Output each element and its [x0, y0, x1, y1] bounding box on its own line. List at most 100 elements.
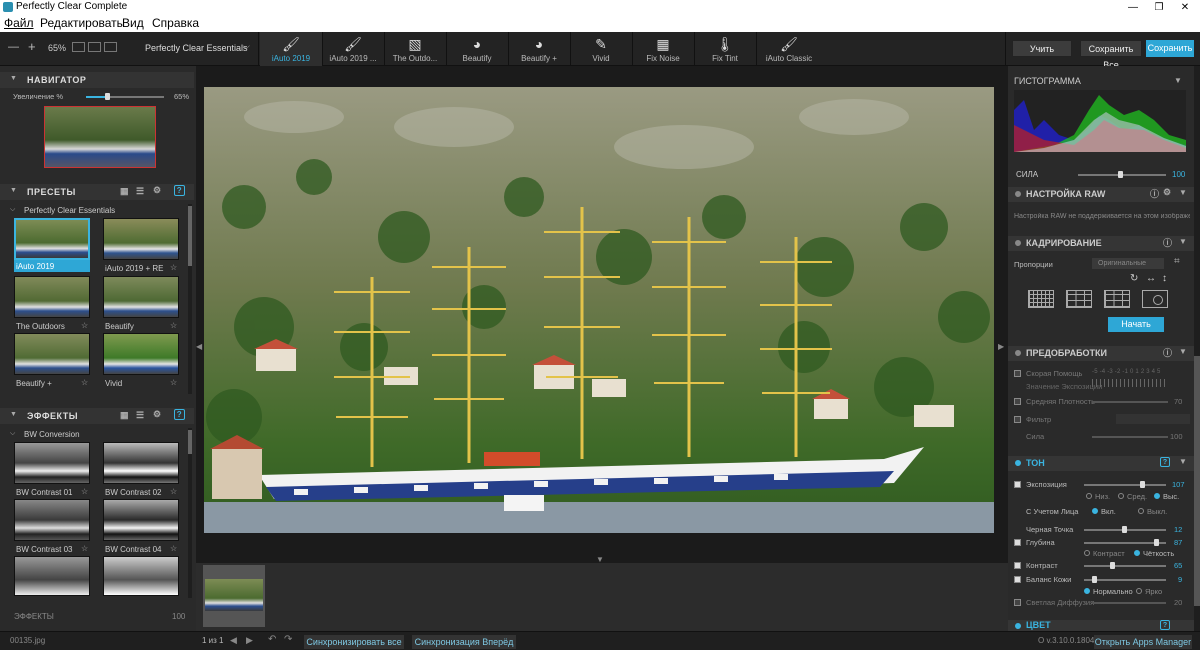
- collapse-icon[interactable]: ▼: [1179, 188, 1187, 197]
- help-icon[interactable]: ⓘ: [1150, 187, 1159, 200]
- star-icon[interactable]: ☆: [81, 487, 88, 496]
- collapse-icon[interactable]: ▼: [1179, 347, 1187, 356]
- effect-thumb[interactable]: [103, 442, 179, 484]
- minimize-button[interactable]: —: [1120, 0, 1146, 15]
- collapse-icon[interactable]: ▼: [1179, 237, 1187, 246]
- pre-strength-slider[interactable]: [1092, 436, 1168, 438]
- exposure-high-radio[interactable]: [1154, 493, 1160, 499]
- avg-density-checkbox[interactable]: [1014, 398, 1021, 405]
- preset-fix-tint[interactable]: 🌡 Fix Tint: [694, 32, 756, 66]
- preset-iauto-2019-re[interactable]: 🖌 iAuto 2019 ...: [322, 32, 384, 66]
- list-view-icon[interactable]: ☰: [136, 186, 145, 197]
- preset-thumb[interactable]: [103, 218, 179, 260]
- strength-slider-knob[interactable]: [1118, 171, 1123, 178]
- effect-thumb[interactable]: [14, 556, 90, 596]
- sync-forward-button[interactable]: Синхронизация Вперёд: [412, 635, 516, 649]
- star-icon[interactable]: ☆: [170, 544, 177, 553]
- star-icon[interactable]: ☆: [170, 487, 177, 496]
- apply-button[interactable]: Учить: [1012, 40, 1072, 57]
- close-button[interactable]: ✕: [1172, 0, 1198, 15]
- quick-help-checkbox[interactable]: [1014, 370, 1021, 377]
- avg-density-slider[interactable]: [1092, 401, 1168, 403]
- list-view-icon[interactable]: ☰: [136, 410, 145, 421]
- tone-header[interactable]: ТОН ? ▼: [1008, 456, 1194, 471]
- contrast-checkbox[interactable]: [1014, 562, 1021, 569]
- effects-header[interactable]: ▼ ЭФФЕКТЫ ▦ ☰ ⚙ ?: [0, 408, 194, 424]
- star-icon[interactable]: ☆: [81, 544, 88, 553]
- black-point-slider-knob[interactable]: [1122, 526, 1127, 533]
- preset-thumb[interactable]: [14, 333, 90, 375]
- menu-help[interactable]: Справка: [152, 16, 199, 30]
- filter-select[interactable]: [1116, 414, 1190, 424]
- flip-vertical-icon[interactable]: ↕: [1162, 273, 1167, 284]
- face-aware-off-radio[interactable]: [1138, 508, 1144, 514]
- exposure-ruler[interactable]: [1092, 379, 1168, 387]
- chevron-down-icon[interactable]: ⌵: [243, 41, 250, 52]
- scrollbar-thumb[interactable]: [1194, 356, 1200, 606]
- preset-thumb[interactable]: [103, 276, 179, 318]
- save-all-button[interactable]: Сохранить Все: [1080, 40, 1142, 70]
- preset-beautify[interactable]: ◕ Beautify: [446, 32, 508, 66]
- preset-selector[interactable]: Perfectly Clear Essentials: [145, 43, 248, 53]
- menu-edit[interactable]: Редактировать: [40, 16, 123, 30]
- scrollbar-thumb[interactable]: [188, 430, 192, 454]
- flip-horizontal-icon[interactable]: ↔: [1146, 273, 1156, 284]
- preset-thumb[interactable]: [14, 276, 90, 318]
- face-aware-on-radio[interactable]: [1092, 508, 1098, 514]
- exposure-slider-knob[interactable]: [1140, 481, 1145, 488]
- navigator-header[interactable]: ▼ НАВИГАТОР: [0, 72, 194, 88]
- star-icon[interactable]: ☆: [170, 263, 177, 272]
- help-icon[interactable]: ?: [1160, 620, 1170, 630]
- prev-icon[interactable]: ◀: [230, 635, 237, 646]
- menu-file[interactable]: Файл: [4, 16, 34, 30]
- effect-thumb[interactable]: [103, 499, 179, 541]
- exposure-low-radio[interactable]: [1086, 493, 1092, 499]
- preset-iauto-2019[interactable]: 🖌 iAuto 2019: [260, 32, 322, 66]
- help-icon[interactable]: ?: [174, 409, 185, 420]
- save-button[interactable]: Сохранить: [1146, 40, 1194, 57]
- skin-balance-checkbox[interactable]: [1014, 576, 1021, 583]
- filter-checkbox[interactable]: [1014, 416, 1021, 423]
- grid-golden-icon[interactable]: [1104, 290, 1130, 308]
- raw-header[interactable]: НАСТРОЙКА RAW ⓘ ⚙ ▼: [1008, 187, 1194, 202]
- rotate-icon[interactable]: ↻: [1130, 273, 1138, 284]
- collapse-right-icon[interactable]: ▶: [998, 342, 1004, 351]
- color-header[interactable]: ЦВЕТ ?: [1008, 620, 1194, 631]
- preprocessing-header[interactable]: ПРЕДОБРАБОТКИ ⓘ ▼: [1008, 346, 1194, 361]
- spiral-icon[interactable]: [1142, 290, 1168, 308]
- preset-iauto-classic[interactable]: 🖌 iAuto Classic: [758, 32, 820, 66]
- proportions-select[interactable]: Оригинальные: [1092, 258, 1164, 269]
- help-icon[interactable]: ?: [1160, 457, 1170, 467]
- contrast-slider[interactable]: [1084, 565, 1166, 567]
- light-diffusion-checkbox[interactable]: [1014, 599, 1021, 606]
- split-view-icon[interactable]: [88, 42, 101, 52]
- zoom-slider-knob[interactable]: [105, 93, 111, 100]
- zoom-in-button[interactable]: +: [28, 39, 36, 54]
- exposure-slider[interactable]: [1084, 484, 1166, 486]
- maximize-button[interactable]: ❐: [1146, 0, 1172, 15]
- presets-header[interactable]: ▼ ПРЕСЕТЫ ▦ ☰ ⚙ ?: [0, 184, 194, 200]
- preset-beautify-plus[interactable]: ◕ Beautify +: [508, 32, 570, 66]
- next-icon[interactable]: ▶: [246, 635, 253, 646]
- zoom-slider[interactable]: [86, 96, 164, 98]
- single-view-icon[interactable]: [72, 42, 85, 52]
- crop-header[interactable]: КАДРИРОВАНИЕ ⓘ ▼: [1008, 236, 1194, 251]
- depth-contrast-radio[interactable]: [1084, 550, 1090, 556]
- gear-icon[interactable]: ⚙: [1163, 187, 1171, 198]
- effect-thumb[interactable]: [14, 499, 90, 541]
- star-icon[interactable]: ☆: [81, 321, 88, 330]
- light-diffusion-slider[interactable]: [1092, 602, 1166, 604]
- skin-balance-slider-knob[interactable]: [1092, 576, 1097, 583]
- effect-thumb[interactable]: [103, 556, 179, 596]
- preset-outdoors[interactable]: ▧ The Outdo...: [384, 32, 446, 66]
- menu-view[interactable]: Вид: [122, 16, 144, 30]
- depth-slider-knob[interactable]: [1154, 539, 1159, 546]
- scrollbar-thumb[interactable]: [188, 206, 192, 266]
- grid-view-icon[interactable]: ▦: [120, 410, 129, 421]
- collapse-left-icon[interactable]: ◀: [196, 342, 202, 351]
- zoom-out-button[interactable]: —: [8, 41, 19, 53]
- redo-icon[interactable]: ↷: [284, 634, 292, 645]
- side-by-side-icon[interactable]: [104, 42, 117, 52]
- main-image[interactable]: [204, 87, 994, 533]
- star-icon[interactable]: ☆: [170, 378, 177, 387]
